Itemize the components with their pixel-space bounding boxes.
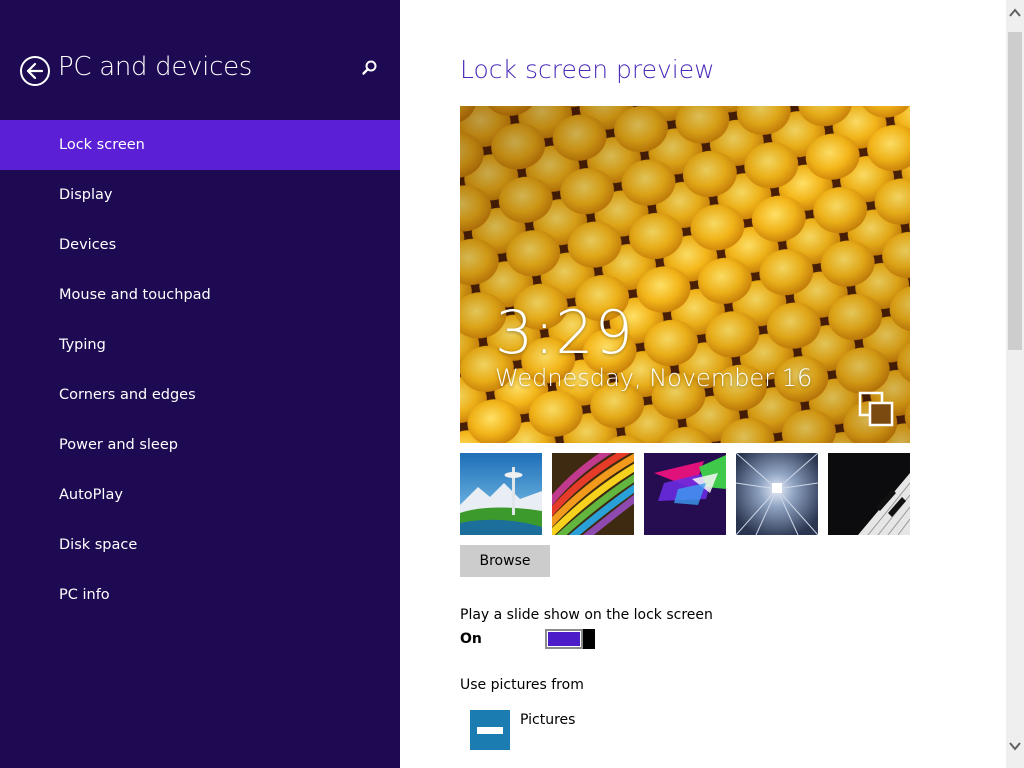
thumbnail-rainbow-stripes[interactable] (552, 453, 634, 535)
sidebar-item-display[interactable]: Display (0, 170, 400, 220)
toggle-knob (583, 629, 595, 649)
sidebar-nav: Lock screen Display Devices Mouse and to… (0, 120, 400, 620)
sidebar-item-devices[interactable]: Devices (0, 220, 400, 270)
sidebar-item-corners-and-edges[interactable]: Corners and edges (0, 370, 400, 420)
lock-screen-preview: 3:29 Wednesday, November 16 (460, 106, 910, 443)
search-icon (362, 60, 377, 75)
lock-screen-time: 3:29 (495, 298, 634, 368)
thumbnail-space-needle[interactable] (460, 453, 542, 535)
main-content: Lock screen preview 3:29 Wednesday, Nove… (400, 0, 1006, 768)
slideshow-label: Play a slide show on the lock screen (460, 607, 713, 623)
sidebar-item-pc-info[interactable]: PC info (0, 570, 400, 620)
sidebar-item-mouse-and-touchpad[interactable]: Mouse and touchpad (0, 270, 400, 320)
search-button[interactable] (360, 58, 384, 82)
toggle-fill (548, 632, 580, 646)
sidebar-title: PC and devices (58, 52, 253, 82)
use-pictures-from-label: Use pictures from (460, 677, 584, 693)
sidebar-item-disk-space[interactable]: Disk space (0, 520, 400, 570)
honeycomb-background-image (460, 106, 910, 443)
scrollbar-thumb[interactable] (1008, 32, 1022, 350)
sidebar-item-lock-screen[interactable]: Lock screen (0, 120, 400, 170)
recent-pictures (460, 453, 910, 535)
back-arrow-icon (26, 62, 44, 80)
sidebar: PC and devices Lock screen Display Devic… (0, 0, 400, 768)
scroll-down-arrow-icon[interactable] (1006, 737, 1024, 755)
pictures-folder-name[interactable]: Pictures (520, 712, 575, 728)
thumbnail-train-tunnel[interactable] (736, 453, 818, 535)
lock-screen-date: Wednesday, November 16 (495, 364, 813, 392)
pictures-folder-icon[interactable] (470, 710, 510, 750)
browse-button[interactable]: Browse (460, 545, 550, 577)
sidebar-item-typing[interactable]: Typing (0, 320, 400, 370)
slideshow-toggle[interactable] (545, 629, 595, 649)
back-button[interactable] (20, 56, 50, 86)
sidebar-item-power-and-sleep[interactable]: Power and sleep (0, 420, 400, 470)
scroll-up-arrow-icon[interactable] (1006, 4, 1024, 22)
thumbnail-piano-keys[interactable] (828, 453, 910, 535)
slideshow-state-text: On (460, 631, 482, 647)
vertical-scrollbar[interactable] (1006, 0, 1024, 768)
thumbnail-geometric-shapes[interactable] (644, 453, 726, 535)
sidebar-item-autoplay[interactable]: AutoPlay (0, 470, 400, 520)
page-title: Lock screen preview (460, 55, 715, 84)
slideshow-icon (858, 391, 894, 427)
